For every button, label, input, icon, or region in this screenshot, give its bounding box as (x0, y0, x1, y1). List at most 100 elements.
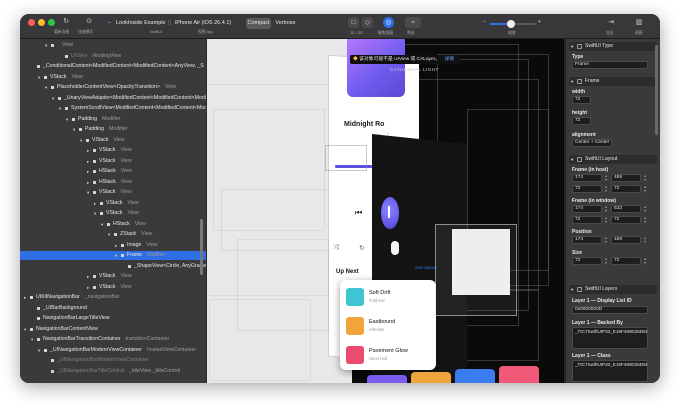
stepper-icon[interactable]: ▴ ▾ (642, 236, 648, 244)
app-selector[interactable]: LookInside Example (116, 20, 166, 26)
hierarchy-row[interactable]: ▾ _UnaryViewAdaptor<ModifiedContent<Modif… (20, 94, 206, 103)
disclosure-closed-icon[interactable]: ▸ (87, 178, 89, 187)
repeat-icon[interactable]: ↻ (359, 244, 365, 252)
stepper-icon[interactable]: ▴ ▾ (603, 216, 609, 224)
hierarchy-row[interactable]: _UINavigationBarModernViewContainer (20, 356, 206, 365)
window-w-field[interactable]: 72 (572, 216, 602, 224)
host-x-field[interactable]: 174 (572, 174, 602, 182)
share-icon[interactable]: ⇥ (605, 18, 617, 27)
disclosure-open-icon[interactable]: ▾ (94, 209, 96, 218)
window-y-field[interactable]: 633 (611, 205, 641, 213)
disclosure-open-icon[interactable]: ▾ (66, 115, 68, 124)
position-x-field[interactable]: 174 (572, 236, 602, 244)
disclosure-open-icon[interactable]: ▾ (59, 104, 61, 113)
hierarchy-row[interactable]: ▾ SystemScrollView<ModifiedContent<Modifi… (20, 104, 206, 113)
position-y-field[interactable]: 459 (611, 236, 641, 244)
hierarchy-row[interactable]: _ConditionalContent<ModifiedContent<Modi… (20, 62, 206, 71)
disclosure-closed-icon[interactable]: ▸ (87, 272, 89, 281)
stepper-icon[interactable]: ▴ ▾ (603, 236, 609, 244)
size-w-field[interactable]: 72 (572, 257, 602, 265)
stepper-icon[interactable]: ▴ ▾ (642, 185, 648, 193)
hierarchy-row[interactable]: ▸ HStack View (20, 167, 206, 176)
reload-icon[interactable]: ↻ (60, 17, 72, 26)
disclosure-closed-icon[interactable]: ▸ (24, 293, 26, 302)
disclosure-open-icon[interactable]: ▾ (108, 230, 110, 239)
shuffle-icon[interactable]: ⤨ (333, 244, 339, 252)
window-x-field[interactable]: 174 (572, 205, 602, 213)
alignment-field[interactable]: Center + Center (572, 139, 612, 147)
disclosure-closed-icon[interactable]: ▸ (87, 283, 89, 292)
type-field[interactable]: Frame (572, 61, 648, 69)
stepper-icon[interactable]: ▴ ▾ (642, 257, 648, 265)
zoom-slider-knob[interactable] (506, 20, 515, 28)
hierarchy-row[interactable]: ▾ VStack View (20, 188, 206, 197)
host-h-field[interactable]: 72 (611, 185, 641, 193)
swiftui-type-section-header[interactable]: ▾ SwiftUI Type (569, 42, 657, 51)
hierarchy-row[interactable]: ▸ VStack View (20, 283, 206, 292)
3d-canvas[interactable]: Midnight Ro ▪ ⏮ ⤨ ↻ Up Next See queue So… (207, 39, 564, 383)
2d-view-icon[interactable]: □ (348, 17, 359, 28)
hierarchy-row[interactable]: ▸ UIKitNavigationBar _navigationBar (20, 293, 206, 302)
close-window-button[interactable] (28, 19, 35, 26)
disclosure-open-icon[interactable]: ▾ (24, 325, 26, 334)
stepper-icon[interactable]: ▴ ▾ (603, 205, 609, 213)
width-field[interactable]: 72 (572, 96, 591, 104)
hierarchy-row[interactable]: ▸ Image View (20, 241, 206, 250)
host-w-field[interactable]: 72 (572, 185, 602, 193)
zoom-in-button[interactable]: + (538, 19, 541, 25)
hierarchy-row[interactable]: ▸ VStack View (20, 199, 206, 208)
disclosure-open-icon[interactable]: ▾ (45, 83, 47, 92)
disclosure-open-icon[interactable]: ▾ (52, 94, 54, 103)
hierarchy-row[interactable]: NavigationBarLargeTitleView (20, 314, 206, 323)
stepper-icon[interactable]: ▴ ▾ (642, 174, 648, 182)
hierarchy-row[interactable]: ▾ HStack View (20, 220, 206, 229)
stepper-icon[interactable]: ▴ ▾ (603, 185, 609, 193)
hierarchy-row[interactable]: ▾ VStack View (20, 73, 206, 82)
focus-icon[interactable]: ◎ (383, 17, 394, 28)
class-field[interactable]: _TtC7SwiftUIP33_E19F490D25D5E5ECBA24903A… (572, 360, 648, 382)
swiftui-layers-section-header[interactable]: ▾ SwiftUI Layers (569, 285, 657, 294)
hierarchy-row[interactable]: ▾ ZStack View (20, 230, 206, 239)
zoom-window-button[interactable] (48, 19, 55, 26)
hierarchy-row[interactable]: _ShapeView<Circle, AnyGradient>View (20, 262, 206, 271)
queue-item[interactable]: Soft Drift Fold Mix (346, 286, 432, 310)
volume-knob[interactable] (391, 241, 399, 255)
minimize-window-button[interactable] (38, 19, 45, 26)
disclosure-open-icon[interactable]: ▾ (45, 41, 47, 50)
backed-by-field[interactable]: _TtC7SwiftUIP33_E19F490D25D5E5ECBA24903A… (572, 327, 648, 349)
disclosure-open-icon[interactable]: ▾ (87, 188, 89, 197)
hierarchy-row[interactable]: ▸ VStack View (20, 146, 206, 155)
hierarchy-row[interactable]: UIView HostingView (20, 52, 206, 61)
stepper-icon[interactable]: ▴ ▾ (642, 216, 648, 224)
swiftui-layout-section-header[interactable]: ▾ SwiftUI Layout (569, 155, 657, 164)
stepper-icon[interactable]: ▴ ▾ (603, 174, 609, 182)
host-y-field[interactable]: 459 (611, 174, 641, 182)
disclosure-open-icon[interactable]: ▾ (38, 73, 40, 82)
hierarchy-row[interactable]: ▾ NavigationBarContentView (20, 325, 206, 334)
verbose-button[interactable]: Verbose (273, 18, 298, 29)
3d-view-icon[interactable]: ◇ (362, 17, 373, 28)
disclosure-open-icon[interactable]: ▾ (38, 346, 40, 355)
play-pause-button[interactable] (381, 197, 399, 229)
filter-icon[interactable]: ≈ (405, 17, 421, 28)
disclosure-closed-icon[interactable]: ▸ (87, 146, 89, 155)
size-h-field[interactable]: 72 (611, 257, 641, 265)
inspector-scrollbar[interactable] (655, 45, 658, 135)
hierarchy-row[interactable]: ▸ VStack View (20, 272, 206, 281)
queue-item[interactable]: Pavement Glow Neon Hall (346, 344, 432, 368)
hierarchy-row[interactable]: ▸ HStack View (20, 178, 206, 187)
disclosure-closed-icon[interactable]: ▸ (87, 157, 89, 166)
stepper-icon[interactable]: ▴ ▾ (603, 257, 609, 265)
frame-section-header[interactable]: ▾ Frame (569, 77, 657, 86)
zoom-slider[interactable] (490, 20, 536, 28)
height-field[interactable]: 72 (572, 117, 591, 125)
queue-item[interactable]: Eastbound Afterline (346, 315, 432, 339)
scan-icon[interactable]: ⊙ (83, 17, 95, 26)
prev-track-icon[interactable]: ⏮ (355, 208, 362, 218)
disclosure-open-icon[interactable]: ▾ (101, 220, 103, 229)
display-list-field[interactable]: 0x0000000D (572, 306, 648, 314)
compact-button[interactable]: Compact (246, 18, 271, 29)
hierarchy-row[interactable]: ▾ _UINavigationBarModernViewContainer host… (20, 346, 206, 355)
stepper-icon[interactable]: ▴ ▾ (642, 205, 648, 213)
hierarchy-row[interactable]: _UINavigationBarTitleControl _titleView _… (20, 367, 206, 376)
